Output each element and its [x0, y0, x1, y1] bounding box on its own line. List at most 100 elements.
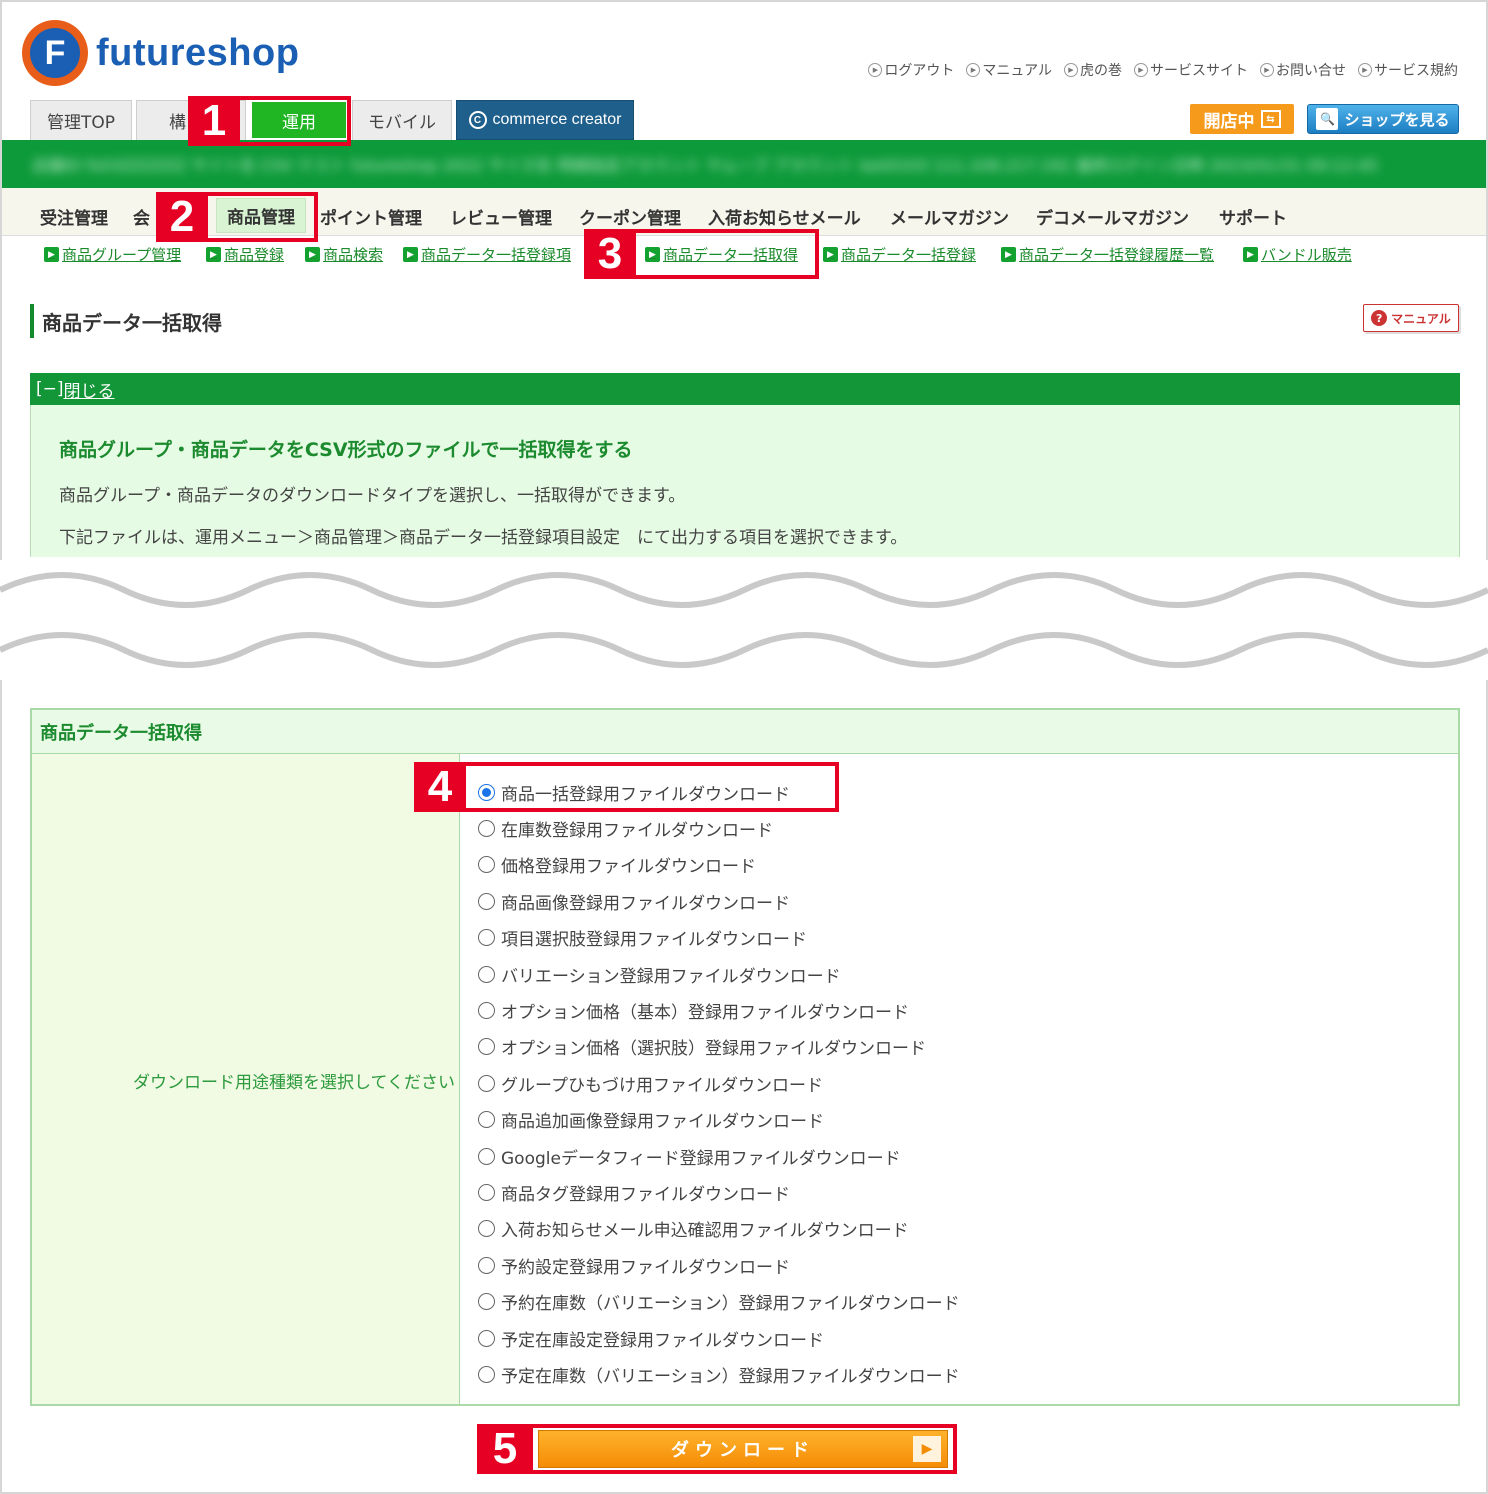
option-label: 価格登録用ファイルダウンロード: [501, 857, 756, 878]
menu-points[interactable]: ポイント管理: [320, 204, 422, 229]
commerce-creator-icon: C: [468, 111, 487, 129]
submenu-bulk-register[interactable]: ▶ 商品データ一括登録: [823, 244, 976, 265]
view-shop-button[interactable]: 🔍 ショップを見る: [1307, 104, 1459, 134]
manual-link[interactable]: ▶ マニュアル: [966, 60, 1052, 80]
menu-coupons[interactable]: クーポン管理: [579, 204, 681, 229]
close-toggle-link[interactable]: 閉じる: [64, 377, 115, 402]
download-type-option[interactable]: 商品画像登録用ファイルダウンロード: [478, 883, 960, 919]
radio-button[interactable]: [478, 1220, 495, 1238]
radio-button[interactable]: [478, 1111, 495, 1129]
shop-status-button[interactable]: 開店中 ⇆: [1190, 104, 1294, 134]
radio-button[interactable]: [478, 1293, 495, 1311]
download-type-option[interactable]: 予定在庫設定登録用ファイルダウンロード: [478, 1320, 960, 1356]
download-type-option[interactable]: 予定在庫数（バリエーション）登録用ファイルダウンロード: [478, 1356, 960, 1392]
download-type-options: 商品一括登録用ファイルダウンロード 在庫数登録用ファイルダウンロード 価格登録用ファ…: [478, 774, 960, 1393]
help-icon: ?: [1371, 310, 1388, 326]
option-label: 入荷お知らせメール申込確認用ファイルダウンロード: [501, 1221, 909, 1242]
option-label: 商品画像登録用ファイルダウンロード: [501, 893, 790, 914]
tab-admin-top[interactable]: 管理TOP: [30, 100, 132, 140]
tab-mobile[interactable]: モバイル: [352, 100, 452, 140]
submenu-product-search[interactable]: ▶ 商品検索: [305, 244, 383, 265]
option-label: 商品追加画像登録用ファイルダウンロード: [501, 1112, 824, 1133]
download-type-option[interactable]: 予約在庫数（バリエーション）登録用ファイルダウンロード: [478, 1283, 960, 1319]
contact-link[interactable]: ▶ お問い合せ: [1260, 60, 1346, 80]
step-badge-1: 1: [188, 96, 240, 146]
download-type-option[interactable]: 商品タグ登録用ファイルダウンロード: [478, 1174, 960, 1210]
download-type-option[interactable]: グループひもづけ用ファイルダウンロード: [478, 1065, 960, 1101]
menu-support[interactable]: サポート: [1219, 204, 1287, 229]
collapse-marker: [−]: [36, 379, 64, 399]
service-site-link[interactable]: ▶ サービスサイト: [1134, 60, 1248, 80]
tab-commerce-creator[interactable]: Ccommerce creator: [456, 100, 634, 140]
download-type-option[interactable]: オプション価格（基本）登録用ファイルダウンロード: [478, 992, 960, 1028]
form-label-cell: ダウンロード用途種類を選択してください: [32, 754, 460, 1404]
option-label: バリエーション登録用ファイルダウンロード: [501, 966, 841, 987]
radio-button[interactable]: [478, 820, 495, 838]
arrow-circle-icon: ▶: [1358, 63, 1372, 77]
radio-button[interactable]: [478, 1147, 495, 1165]
arrow-circle-icon: ▶: [1134, 63, 1148, 77]
arrow-right-icon: ▶: [1243, 247, 1258, 262]
option-label: 予定在庫数（バリエーション）登録用ファイルダウンロード: [501, 1366, 960, 1387]
download-type-option[interactable]: 入荷お知らせメール申込確認用ファイルダウンロード: [478, 1211, 960, 1247]
search-icon: 🔍: [1316, 108, 1339, 130]
menu-deco-mail[interactable]: デコメールマガジン: [1036, 204, 1189, 229]
download-type-option[interactable]: 価格登録用ファイルダウンロード: [478, 847, 960, 883]
arrow-circle-icon: ▶: [966, 63, 981, 77]
menu-orders[interactable]: 受注管理: [40, 204, 108, 229]
download-type-option[interactable]: バリエーション登録用ファイルダウンロード: [478, 956, 960, 992]
option-label: 予約設定登録用ファイルダウンロード: [501, 1257, 790, 1278]
radio-button[interactable]: [478, 1074, 495, 1092]
option-label: 商品タグ登録用ファイルダウンロード: [501, 1184, 790, 1205]
switch-icon: ⇆: [1260, 110, 1281, 128]
arrow-circle-icon: ▶: [1260, 63, 1274, 77]
page-break-wave: [0, 560, 1488, 680]
info-text-2: 下記ファイルは、運用メニュー＞商品管理＞商品データ一括登録項目設定 にて出力する…: [59, 528, 908, 548]
arrow-circle-icon: ▶: [868, 63, 883, 77]
submenu-product-group[interactable]: ▶ 商品グループ管理: [44, 244, 181, 265]
option-label: 項目選択肢登録用ファイルダウンロード: [501, 930, 807, 951]
manual-button[interactable]: ? マニュアル: [1363, 304, 1459, 332]
option-label: グループひもづけ用ファイルダウンロード: [501, 1075, 823, 1096]
radio-button[interactable]: [478, 1002, 495, 1020]
arrow-right-icon: ▶: [403, 247, 418, 262]
radio-button[interactable]: [478, 856, 495, 874]
account-info-text: 店舗ID fs03ZZZZZZ サイト名 CSV テスト futureshop …: [32, 156, 1379, 174]
radio-button[interactable]: [478, 1329, 495, 1347]
info-heading: 商品グループ・商品データをCSV形式のファイルで一括取得をする: [59, 439, 633, 461]
submenu-product-register[interactable]: ▶ 商品登録: [206, 244, 284, 265]
radio-button[interactable]: [478, 1365, 495, 1383]
form-heading: 商品データ一括取得: [32, 710, 1458, 754]
menu-reviews[interactable]: レビュー管理: [450, 204, 552, 229]
submenu-bulk-register-items[interactable]: ▶ 商品データ一括登録項: [403, 244, 571, 265]
toranomaki-link[interactable]: ▶ 虎の巻: [1064, 60, 1122, 80]
download-type-option[interactable]: 項目選択肢登録用ファイルダウンロード: [478, 920, 960, 956]
radio-button[interactable]: [478, 1183, 495, 1201]
option-label: 予定在庫設定登録用ファイルダウンロード: [501, 1330, 824, 1351]
download-type-option[interactable]: 在庫数登録用ファイルダウンロード: [478, 810, 960, 846]
account-info-bar: 店舗ID fs03ZZZZZZ サイト名 CSV テスト futureshop …: [2, 140, 1486, 188]
menu-restock-mail[interactable]: 入荷お知らせメール: [708, 204, 861, 229]
radio-button[interactable]: [478, 892, 495, 910]
download-type-option[interactable]: Googleデータフィード登録用ファイルダウンロード: [478, 1138, 960, 1174]
futureshop-logo[interactable]: F futureshop: [22, 20, 299, 86]
download-type-option[interactable]: オプション価格（選択肢）登録用ファイルダウンロード: [478, 1029, 960, 1065]
menu-mail-magazine[interactable]: メールマガジン: [890, 204, 1009, 229]
submenu-bulk-history[interactable]: ▶ 商品データ一括登録履歴一覧: [1001, 244, 1214, 265]
terms-link[interactable]: ▶ サービス規約: [1358, 60, 1458, 80]
arrow-right-icon: ▶: [44, 247, 59, 262]
radio-button[interactable]: [478, 965, 495, 983]
option-label: オプション価格（選択肢）登録用ファイルダウンロード: [501, 1039, 926, 1060]
radio-button[interactable]: [478, 1038, 495, 1056]
info-panel: 商品グループ・商品データをCSV形式のファイルで一括取得をする 商品グループ・商…: [30, 405, 1460, 557]
radio-button[interactable]: [478, 1256, 495, 1274]
arrow-right-icon: ▶: [206, 247, 221, 262]
submenu-bundle-sales[interactable]: ▶ バンドル販売: [1243, 244, 1352, 265]
step-badge-3: 3: [584, 229, 636, 279]
radio-button[interactable]: [478, 929, 495, 947]
logout-link[interactable]: ▶ ログアウト: [868, 60, 954, 80]
arrow-right-icon: ▶: [305, 247, 320, 262]
download-type-option[interactable]: 商品追加画像登録用ファイルダウンロード: [478, 1102, 960, 1138]
menu-members[interactable]: 会: [133, 204, 150, 229]
download-type-option[interactable]: 予約設定登録用ファイルダウンロード: [478, 1247, 960, 1283]
